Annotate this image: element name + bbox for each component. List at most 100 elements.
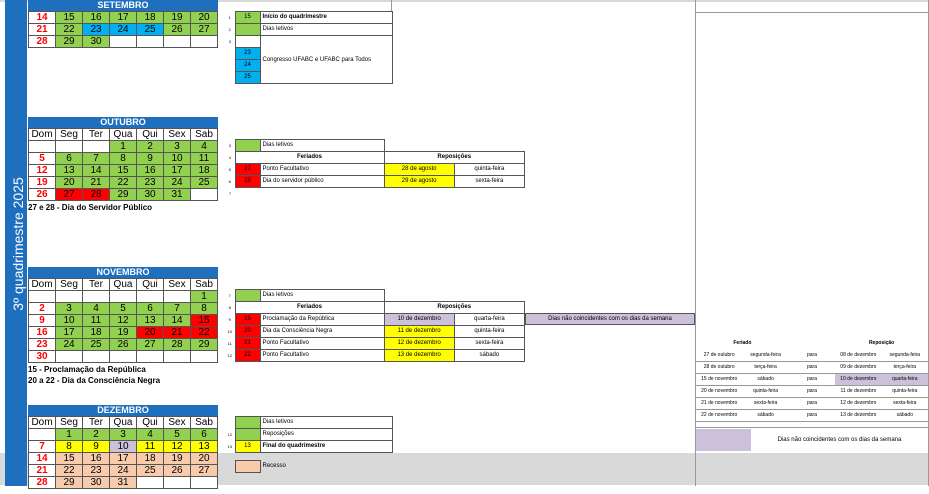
month-title: DEZEMBRO [28, 405, 218, 416]
weekday-header: Seg [55, 416, 83, 429]
reposicao-date: 13 de dezembro [383, 349, 455, 362]
month-title: OUTUBRO [28, 117, 218, 128]
row-number [225, 48, 235, 60]
feriado-date: 15 de novembro [696, 373, 743, 386]
weekday-header: Qua [109, 278, 137, 291]
reposicao-date: 10 de dezembro [835, 373, 882, 386]
day-cell: 22 [190, 326, 218, 339]
day-cell: 24 [163, 176, 191, 189]
events-outubro: 3 Dias letivos 4 Feriados Reposições 5 27 Pon… [225, 139, 526, 200]
weekday-header: Ter [82, 278, 110, 291]
event-swatch: 13 [234, 440, 261, 453]
feriado-weekday: terça-feira [742, 361, 789, 374]
weekday-header: Seg [55, 128, 83, 141]
summary-panel: Feriado Reposição 27 de outubro segunda-fe… [696, 337, 928, 451]
day-cell [82, 290, 110, 303]
weekday-header: Dom [28, 278, 56, 291]
header-reposicoes: Reposições [383, 301, 525, 314]
day-cell [163, 476, 191, 489]
day-cell: 6 [136, 302, 164, 315]
day-cell: 11 [190, 152, 218, 165]
day-cell: 14 [28, 11, 56, 24]
day-cell [136, 350, 164, 363]
day-cell: 7 [82, 152, 110, 165]
day-cell: 1 [190, 290, 218, 303]
summary-row: 27 de outubro segunda-feira para 08 de deze… [696, 349, 928, 362]
weekday-header: Dom [28, 128, 56, 141]
events-setembro: 1 15 Início do quadrimestre 2 Dias letivos … [225, 11, 393, 84]
day-cell: 25 [136, 464, 164, 477]
day-cell: 26 [163, 23, 191, 36]
day-cell: 6 [55, 152, 83, 165]
day-cell: 13 [136, 314, 164, 327]
day-cell: 23 [136, 176, 164, 189]
row-number [225, 417, 235, 429]
day-cell [190, 476, 218, 489]
para-label: para [788, 361, 836, 374]
day-cell: 3 [109, 428, 137, 441]
reposicao-date: 13 de dezembro [835, 409, 882, 422]
day-cell: 15 [109, 164, 137, 177]
para-label: para [788, 373, 836, 386]
feriado-weekday: quinta-feira [742, 385, 789, 398]
reposicao-weekday: sexta-feira [453, 175, 526, 188]
calendar-grid: Dom Seg Ter Qua Qui Sex Sab 1 2 3 4 5 6 7 8 9 10 11 12 13 14… [28, 416, 218, 489]
day-cell [109, 350, 137, 363]
day-cell: 15 [55, 11, 83, 24]
day-cell: 8 [190, 302, 218, 315]
event-swatch [234, 35, 261, 48]
weekday-header: Ter [82, 128, 110, 141]
day-cell: 27 [190, 464, 218, 477]
event-swatch [234, 289, 261, 302]
row-number: 7 [228, 191, 232, 196]
event-swatch [234, 460, 261, 473]
day-cell: 3 [163, 140, 191, 153]
calendar-grid: Dom Seg Ter Qua Qui Sex Sab 1 2 3 4 5 6 7 8 9 10 11 12 13 14… [28, 128, 218, 201]
day-cell: 23 [28, 338, 56, 351]
feriado-date: 27 de outubro [696, 349, 743, 362]
feriado-date: 20 de novembro [696, 385, 743, 398]
event-swatch: 15 [234, 11, 261, 24]
event-swatch: 15 [234, 313, 261, 326]
day-cell: 25 [190, 176, 218, 189]
row-number: 3 [228, 143, 231, 148]
day-cell: 1 [55, 428, 83, 441]
day-cell [163, 35, 191, 48]
day-cell: 14 [163, 314, 191, 327]
day-cell: 5 [163, 428, 191, 441]
month-title: SETEMBRO [28, 0, 218, 11]
day-cell: 5 [109, 302, 137, 315]
day-cell: 30 [28, 350, 56, 363]
event-label: Dias letivos [259, 289, 385, 302]
feriado-date: 21 de novembro [696, 397, 743, 410]
day-cell: 18 [136, 452, 164, 465]
day-cell: 14 [28, 452, 56, 465]
day-cell: 19 [163, 11, 191, 24]
header-feriados: Feriados [234, 301, 385, 314]
reposicao-weekday: segunda-feira [881, 349, 928, 362]
day-cell: 29 [190, 338, 218, 351]
day-cell: 3 [55, 302, 83, 315]
feriado-weekday: sábado [742, 373, 789, 386]
weekday-header: Ter [82, 416, 110, 429]
weekday-header: Sex [163, 416, 191, 429]
day-cell: 28 [163, 338, 191, 351]
day-cell: 26 [163, 464, 191, 477]
day-cell: 5 [28, 152, 56, 165]
day-cell: 31 [109, 476, 137, 489]
row-number: 10 [227, 329, 232, 334]
day-cell: 29 [55, 476, 83, 489]
row-number: 9 [228, 317, 231, 322]
day-cell: 25 [82, 338, 110, 351]
para-label: para [788, 349, 836, 362]
day-cell: 27 [190, 23, 218, 36]
day-cell: 23 [82, 23, 110, 36]
event-label: Recesso [262, 463, 286, 469]
row-number: 13 [227, 444, 232, 449]
reposicao-date: 08 de dezembro [835, 349, 882, 362]
day-cell [190, 350, 218, 363]
day-cell [163, 350, 191, 363]
day-cell [55, 140, 83, 153]
day-cell: 19 [163, 452, 191, 465]
day-cell: 20 [190, 11, 218, 24]
